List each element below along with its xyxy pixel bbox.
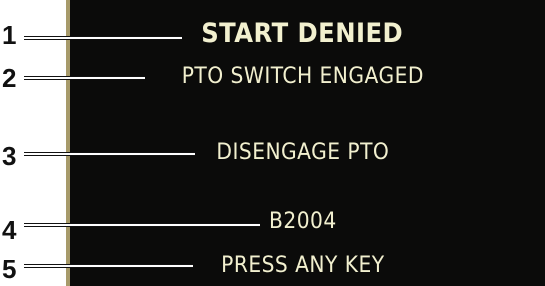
callout-number-1: 1 [2, 20, 17, 50]
message-start-denied: START DENIED [201, 18, 404, 49]
callout-number-3: 3 [2, 141, 17, 171]
callout-leader-1 [24, 36, 182, 40]
callout-leader-2 [24, 76, 145, 80]
callout-leader-3 [24, 152, 195, 156]
callout-number-5: 5 [2, 254, 17, 284]
figure: START DENIED PTO SWITCH ENGAGED DISENGAG… [0, 0, 545, 286]
message-fault-code: B2004 [269, 209, 337, 234]
callout-leader-5 [24, 264, 193, 268]
callout-leader-4 [24, 223, 260, 227]
callout-number-4: 4 [2, 215, 17, 245]
callout-number-2: 2 [2, 63, 17, 93]
